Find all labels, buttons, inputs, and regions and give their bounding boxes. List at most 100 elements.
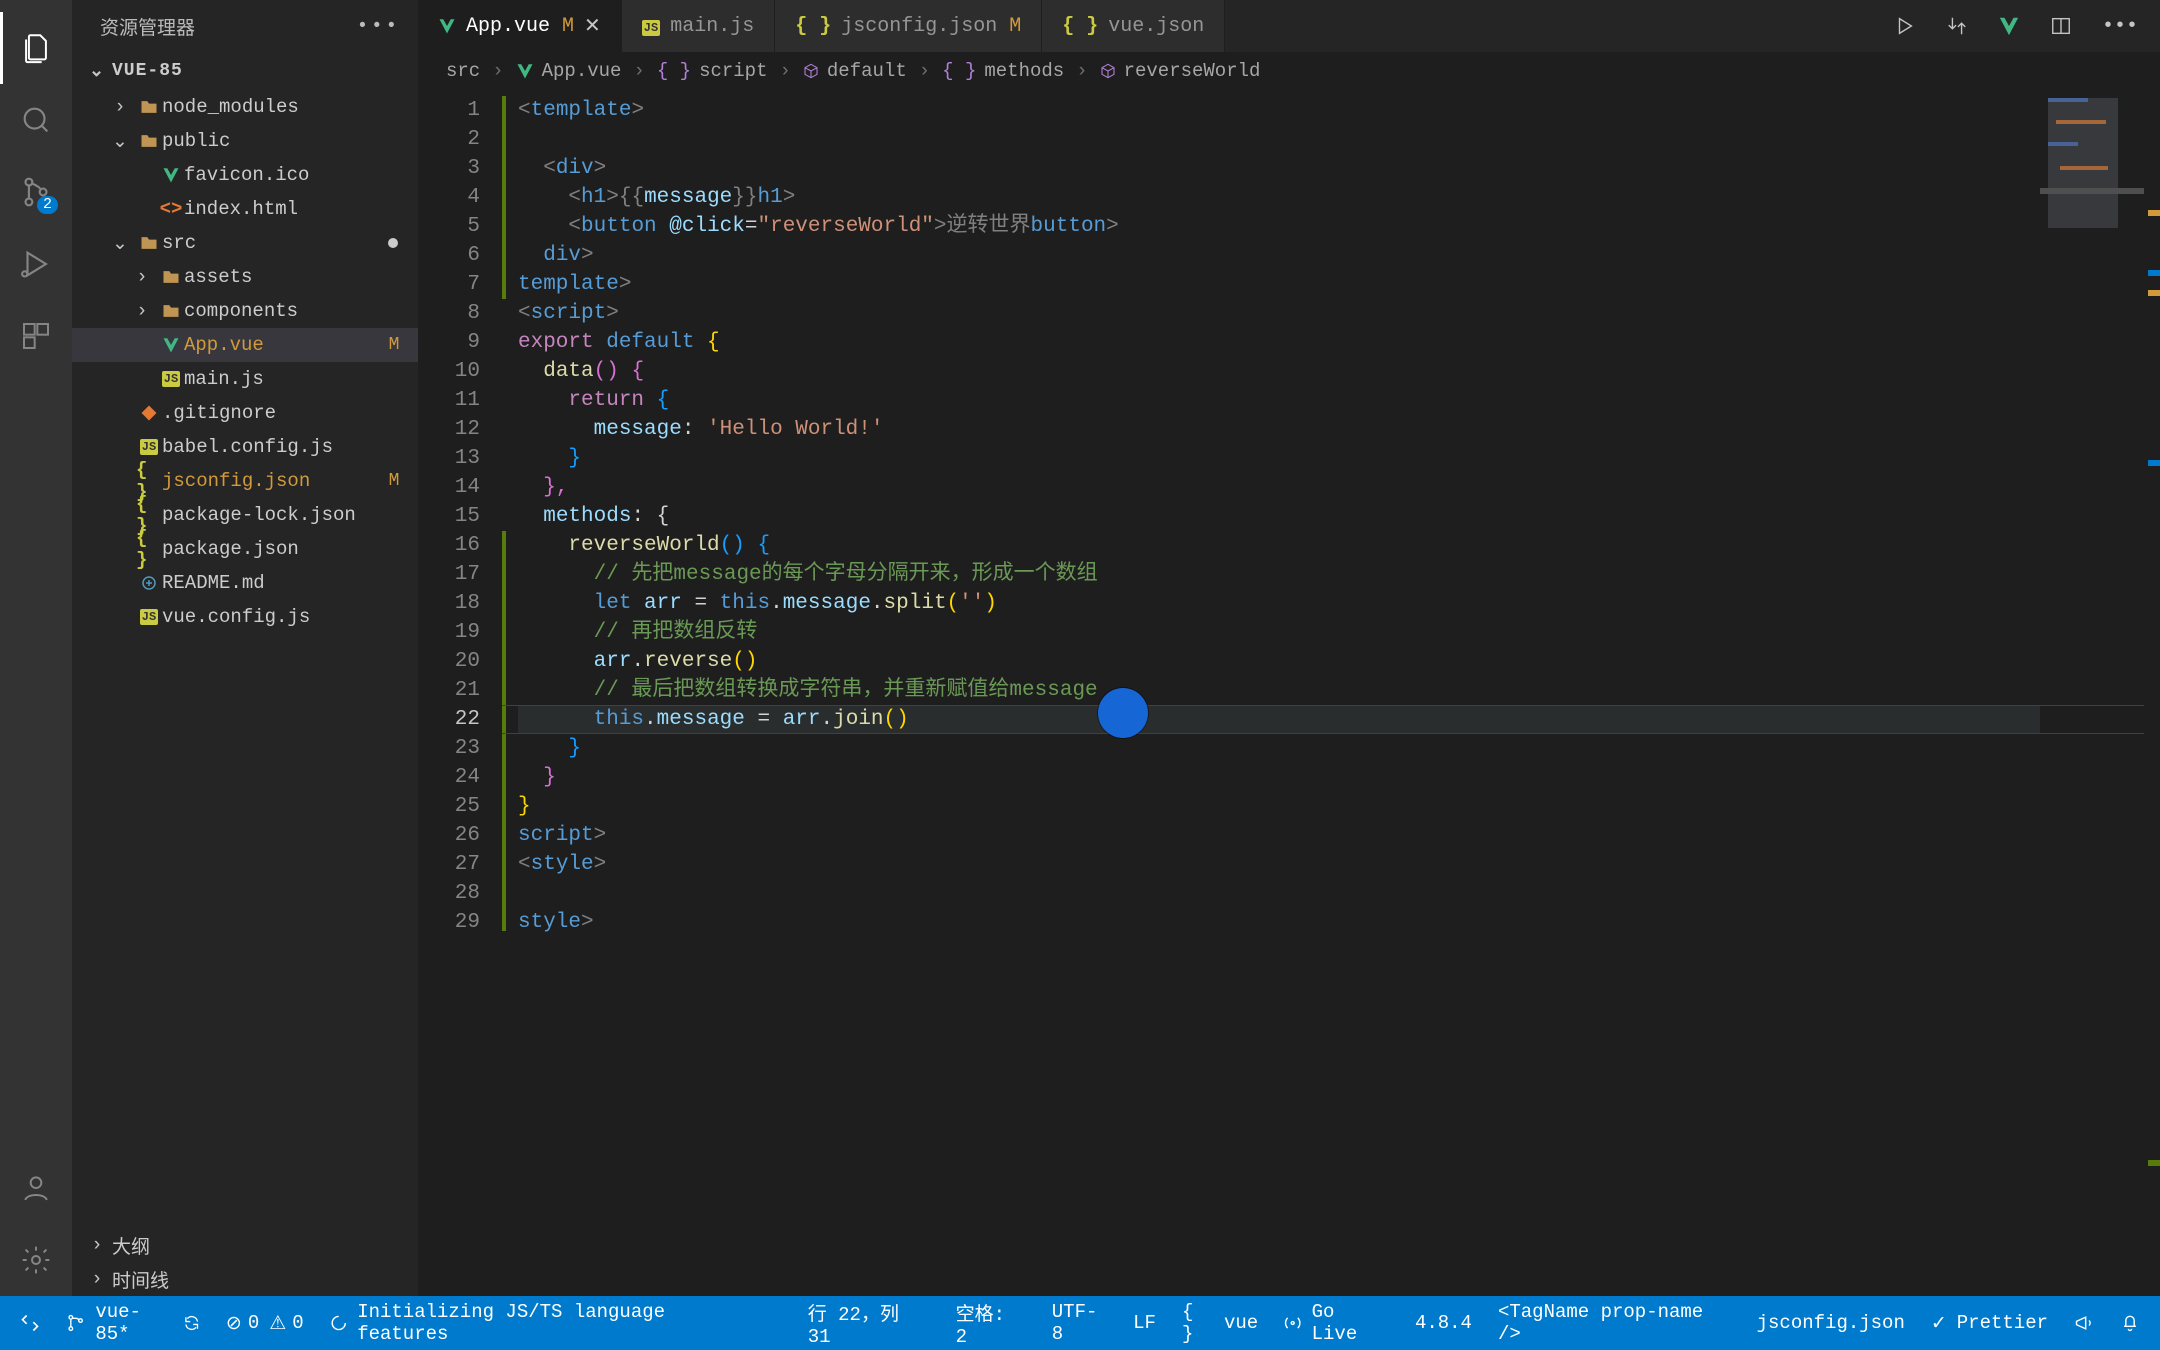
status-version[interactable]: 4.8.4 (1415, 1312, 1472, 1334)
vue-icon[interactable] (1998, 15, 2020, 37)
explorer-root[interactable]: ⌄ VUE-85 (72, 52, 418, 90)
chevron-down-icon: ⌄ (110, 130, 130, 153)
git-icon (136, 404, 162, 422)
status-lang-init[interactable]: Initializing JS/TS language features (330, 1301, 756, 1345)
folder-icon (136, 97, 162, 117)
tab-label: main.js (670, 15, 754, 38)
files-icon (19, 31, 53, 65)
tree-folder[interactable]: ›components (72, 294, 418, 328)
html-icon: <> (158, 198, 184, 220)
activity-run[interactable] (0, 228, 72, 300)
tree-folder[interactable]: ⌄ public (72, 124, 418, 158)
tree-folder[interactable]: ⌄ src (72, 226, 418, 260)
tab-main-js[interactable]: JSmain.js (622, 0, 775, 52)
gear-icon (20, 1244, 52, 1276)
tree-file[interactable]: <>index.html (72, 192, 418, 226)
overview-ruler[interactable] (2144, 90, 2160, 1296)
breadcrumb-sep: › (1076, 60, 1087, 82)
status-feedback[interactable] (2074, 1313, 2094, 1333)
json-icon: { } (795, 15, 831, 38)
status-bell[interactable] (2120, 1313, 2140, 1333)
activity-account[interactable] (0, 1152, 72, 1224)
broadcast-icon (1284, 1314, 1301, 1332)
status-tag-helper[interactable]: <TagName prop-name /> (1498, 1301, 1731, 1345)
status-prettier[interactable]: ✓Prettier (1931, 1312, 2048, 1335)
tree-folder[interactable]: ›node_modules (72, 90, 418, 124)
split-editor-icon[interactable] (2050, 15, 2072, 37)
explorer-title-row: 资源管理器 ••• (72, 0, 418, 52)
breadcrumb-sep: › (633, 60, 644, 82)
tab-actions: ••• (1894, 0, 2160, 52)
status-problems[interactable]: ⊘ 0 ⚠ 0 (226, 1312, 304, 1335)
status-encoding[interactable]: UTF-8 (1052, 1301, 1107, 1345)
breadcrumb-item[interactable]: reverseWorld (1100, 60, 1261, 82)
tab-label: vue.json (1108, 15, 1204, 38)
breadcrumb-item[interactable]: src (446, 60, 480, 82)
tree-file[interactable]: README.md (72, 566, 418, 600)
git-status: M (384, 335, 404, 355)
tree-folder[interactable]: ›assets (72, 260, 418, 294)
activity-settings[interactable] (0, 1224, 72, 1296)
timeline-section[interactable]: › 时间线 (72, 1262, 418, 1296)
cursor-highlight (1098, 688, 1148, 738)
activity-search[interactable] (0, 84, 72, 156)
tree-label: package-lock.json (162, 504, 404, 526)
file-tree: ›node_modules ⌄ public favicon.ico<>index.h… (72, 90, 418, 644)
breadcrumbs[interactable]: src›App.vue›{ }script›default›{ }methods… (418, 52, 2160, 90)
status-eol[interactable]: LF (1133, 1312, 1156, 1334)
tree-file[interactable]: JSbabel.config.js (72, 430, 418, 464)
editor[interactable]: 1234567891011121314151617181920212223242… (418, 90, 2160, 1296)
tree-file[interactable]: { }package-lock.json (72, 498, 418, 532)
tree-file[interactable]: favicon.ico (72, 158, 418, 192)
more-icon[interactable]: ••• (2102, 15, 2138, 38)
scm-badge: 2 (37, 196, 58, 214)
modified-indicator: M (1009, 15, 1021, 38)
activity-bar: 2 (0, 0, 72, 1296)
tree-file[interactable]: { }package.json (72, 532, 418, 566)
vue-icon (516, 62, 534, 80)
tree-file[interactable]: { }jsconfig.jsonM (72, 464, 418, 498)
activity-explorer[interactable] (0, 12, 72, 84)
tab-App-vue[interactable]: App.vueM✕ (418, 0, 622, 52)
tree-label: assets (184, 266, 404, 288)
folder-icon (136, 233, 162, 253)
tree-file[interactable]: JSvue.config.js (72, 600, 418, 634)
code-area[interactable]: <template> <div> <h1>{{message}}h1> <but… (518, 96, 2040, 937)
status-jsconfig[interactable]: jsconfig.json (1757, 1312, 1905, 1334)
status-remote[interactable] (20, 1313, 40, 1333)
account-icon (20, 1172, 52, 1204)
outline-section[interactable]: › 大纲 (72, 1228, 418, 1262)
minimap[interactable] (2040, 90, 2160, 350)
activity-extensions[interactable] (0, 300, 72, 372)
tree-file[interactable]: App.vueM (72, 328, 418, 362)
activity-source-control[interactable]: 2 (0, 156, 72, 228)
status-ln-col[interactable]: 行 22，列 31 (808, 1299, 930, 1348)
status-golive[interactable]: Go Live (1284, 1301, 1389, 1345)
tree-file[interactable]: JSmain.js (72, 362, 418, 396)
status-indent[interactable]: 空格: 2 (956, 1299, 1026, 1348)
breadcrumb-item[interactable]: App.vue (516, 60, 622, 82)
chevron-down-icon: ⌄ (110, 232, 130, 255)
folder-icon (158, 301, 184, 321)
breadcrumb-item[interactable]: default (803, 60, 907, 82)
run-icon[interactable] (1894, 15, 1916, 37)
diff-icon[interactable] (1946, 15, 1968, 37)
tree-label: jsconfig.json (162, 470, 384, 492)
breadcrumb-item[interactable]: { }script (657, 60, 768, 82)
breadcrumb-label: App.vue (542, 60, 622, 82)
status-lang[interactable]: { }vue (1182, 1301, 1258, 1345)
tree-label: public (162, 130, 404, 152)
tree-label: src (162, 232, 388, 254)
tree-file[interactable]: .gitignore (72, 396, 418, 430)
close-icon[interactable]: ✕ (584, 13, 601, 39)
breadcrumb-item[interactable]: { }methods (942, 60, 1064, 82)
tab-jsconfig-json[interactable]: { }jsconfig.jsonM (775, 0, 1042, 52)
folder-icon (158, 267, 184, 287)
tab-vue-json[interactable]: { }vue.json (1042, 0, 1225, 52)
status-branch[interactable]: vue-85* (66, 1301, 200, 1345)
breadcrumb-label: script (699, 60, 767, 82)
tab-bar: App.vueM✕JSmain.js{ }jsconfig.jsonM{ }vu… (418, 0, 2160, 52)
more-icon[interactable]: ••• (357, 15, 400, 37)
tree-label: App.vue (184, 334, 384, 356)
breadcrumb-label: default (827, 60, 907, 82)
